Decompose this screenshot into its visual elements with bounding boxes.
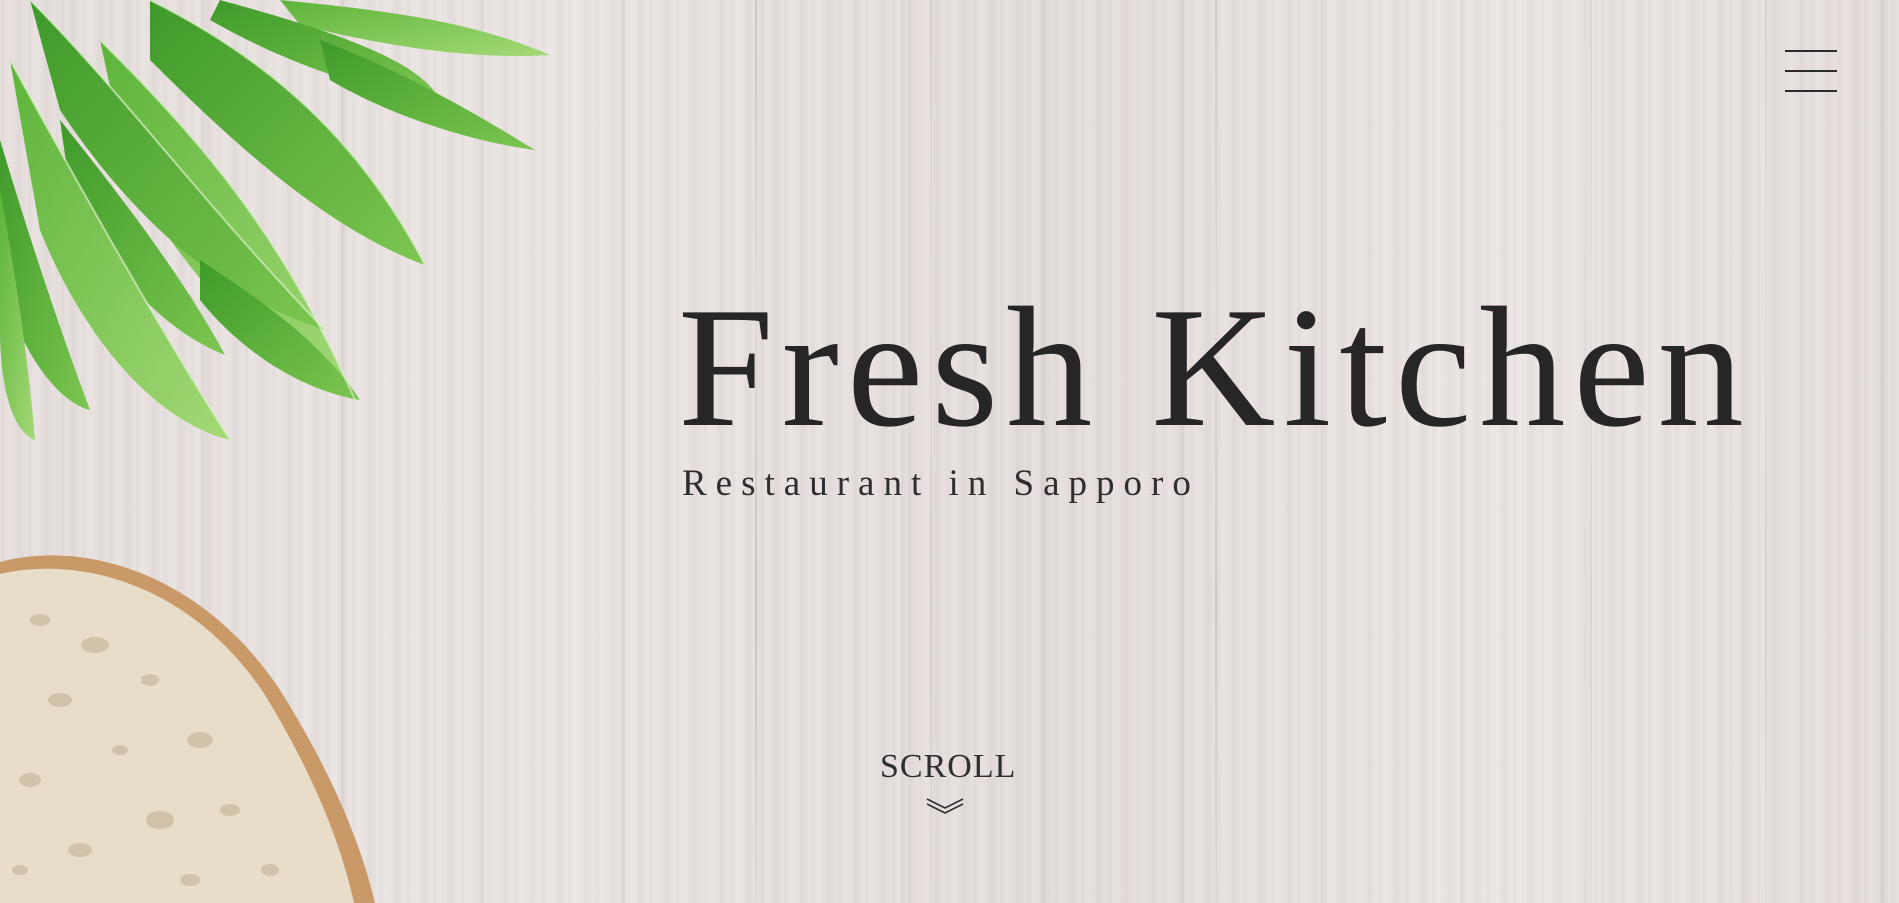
hamburger-menu-icon [1785, 90, 1837, 92]
hamburger-menu-icon [1785, 50, 1837, 52]
site-title: Fresh Kitchen [678, 273, 1752, 463]
bread-image [0, 555, 375, 903]
hero-section: Fresh Kitchen Restaurant in Sapporo SCRO… [0, 0, 1899, 903]
title-block: Fresh Kitchen Restaurant in Sapporo [678, 282, 1752, 505]
scroll-indicator[interactable]: SCROLL [880, 748, 1017, 814]
wood-grain [1765, 0, 1767, 903]
hamburger-menu-icon [1785, 70, 1837, 72]
leaves-image [0, 0, 550, 441]
scroll-label: SCROLL [880, 748, 1017, 785]
chevron-down-icon [926, 798, 964, 814]
site-subtitle: Restaurant in Sapporo [682, 463, 1200, 504]
menu-button[interactable] [1785, 48, 1837, 94]
